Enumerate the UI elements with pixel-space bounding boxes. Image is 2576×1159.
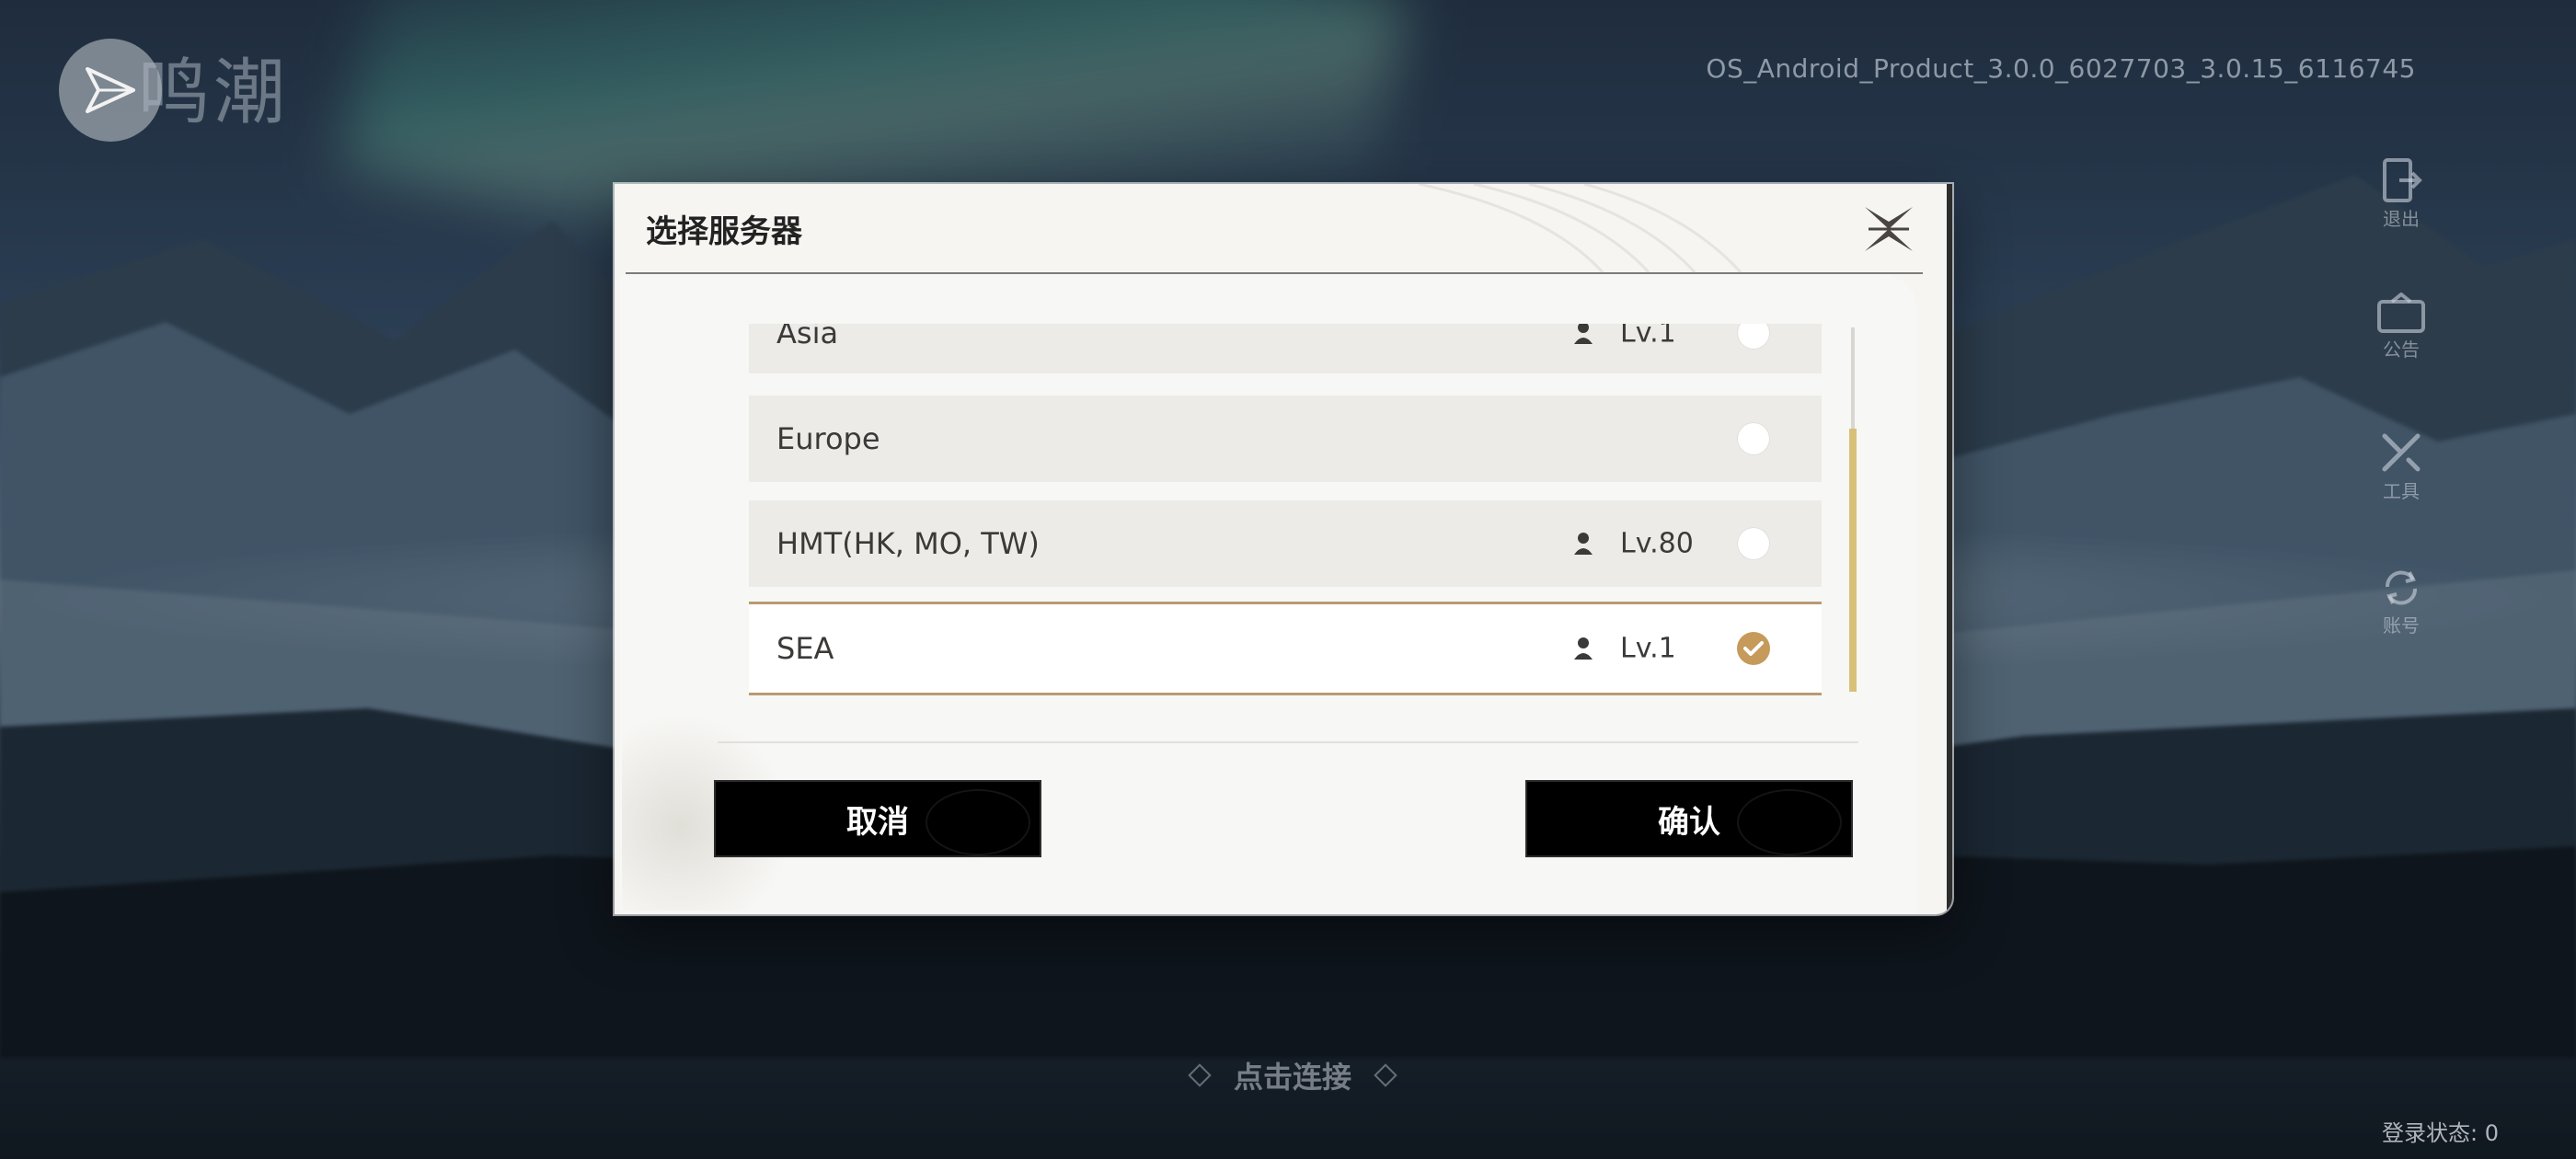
side-item-label: 工具 [2383,480,2420,502]
side-item-label: 公告 [2383,339,2420,361]
radio-button-checked[interactable] [1737,632,1770,665]
user-icon [1574,637,1593,660]
server-level: Lv.1 [1620,632,1676,665]
radio-button[interactable] [1737,422,1770,455]
dialog-edge [1947,184,1952,914]
close-button[interactable] [1857,197,1921,261]
diamond-left-icon [1188,1063,1212,1087]
confirm-button[interactable]: 确认 [1525,780,1853,857]
dialog-header: 选择服务器 [615,184,1952,272]
footer-divider [718,741,1858,743]
header-decoration [1419,184,1742,272]
server-name: HMT(HK, MO, TW) [776,526,1040,561]
server-name: Asia [776,324,839,350]
radio-button[interactable] [1737,324,1770,350]
server-row-asia[interactable]: Asia Lv.1 [749,324,1822,373]
diamond-right-icon [1374,1063,1397,1087]
connect-label: 点击连接 [1233,1060,1351,1095]
server-list[interactable]: Asia Lv.1 Europe HMT(HK, MO, TW) Lv.80 S… [749,324,1822,699]
side-item-logout[interactable]: 退出 [2364,156,2438,231]
checkmark-icon [1743,641,1764,656]
server-row-europe[interactable]: Europe [749,396,1822,482]
connect-button[interactable]: 点击连接 [1141,1054,1444,1096]
cancel-button[interactable]: 取消 [714,780,1041,857]
side-item-notice[interactable]: 公告 [2364,293,2438,361]
user-icon [1574,324,1593,344]
paper-plane-icon [86,67,135,113]
server-name: Europe [776,421,880,456]
server-level: Lv.1 [1620,324,1676,350]
server-row-hmt[interactable]: HMT(HK, MO, TW) Lv.80 [749,500,1822,587]
side-item-account[interactable]: 账号 [2364,565,2438,637]
confirm-label: 确认 [1658,803,1720,841]
close-icon [1865,207,1913,251]
dialog-title: 选择服务器 [646,213,802,250]
scrollbar-thumb[interactable] [1849,429,1857,692]
game-logo-text: 鸣潮 [138,52,290,134]
login-status: 登录状态: 0 [2382,1120,2499,1146]
tools-icon [2382,433,2421,472]
switch-account-icon [2385,570,2418,605]
version-string: OS_Android_Product_3.0.0_6027703_3.0.15_… [1706,53,2416,84]
server-row-sea[interactable]: SEA Lv.1 [749,602,1822,695]
server-level: Lv.80 [1620,527,1694,560]
side-item-label: 退出 [2383,208,2420,230]
server-name: SEA [776,631,834,666]
logout-icon [2383,158,2422,202]
notice-icon [2377,293,2425,333]
side-item-label: 账号 [2383,614,2420,637]
user-icon [1574,533,1593,555]
side-item-tools[interactable]: 工具 [2364,429,2438,503]
cancel-label: 取消 [846,803,909,841]
radio-button[interactable] [1737,527,1770,560]
